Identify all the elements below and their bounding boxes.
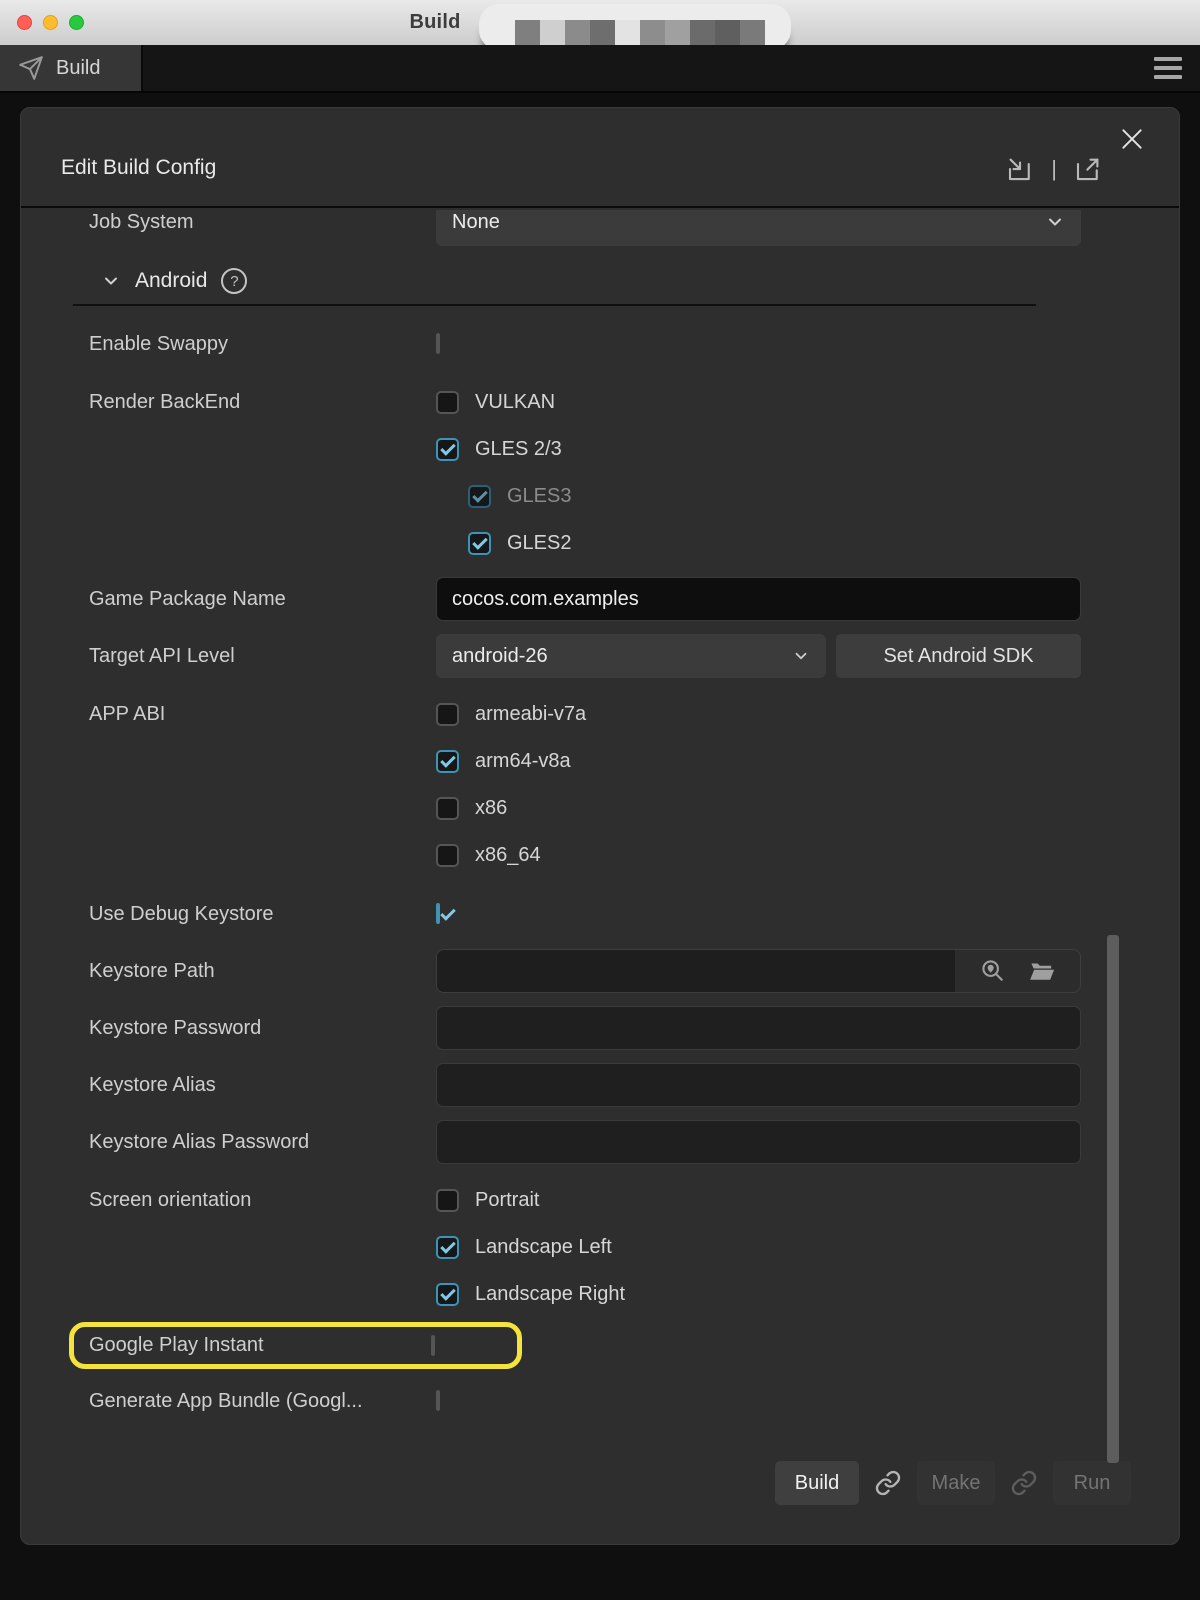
x86-64-checkbox[interactable]	[436, 844, 459, 867]
screen-orientation-option: Landscape Right	[436, 1271, 1081, 1318]
folder-icon[interactable]	[1027, 956, 1057, 986]
close-icon[interactable]	[1115, 122, 1149, 156]
header-divider: |	[1051, 156, 1057, 182]
build-button[interactable]: Build	[775, 1461, 859, 1505]
row-use-debug-keystore: Use Debug Keystore	[89, 892, 1081, 936]
app-abi-label: APP ABI	[89, 691, 436, 738]
chevron-down-icon	[1045, 212, 1065, 232]
enable-swappy-label: Enable Swappy	[89, 333, 436, 356]
android-section-title: Android	[135, 269, 207, 293]
chevron-down-icon	[792, 647, 810, 665]
row-target-api-level: Target API Level android-26 Set Android …	[89, 634, 1081, 678]
keystore-path-input[interactable]	[436, 949, 1081, 993]
link-icon-dim	[1010, 1469, 1038, 1497]
edit-build-config-dialog: Edit Build Config |	[20, 107, 1180, 1545]
render-backend-option: GLES3	[436, 473, 1081, 520]
game-package-name-input[interactable]	[436, 577, 1081, 621]
keystore-path-label: Keystore Path	[89, 960, 436, 983]
keystore-alias-password-label: Keystore Alias Password	[89, 1131, 436, 1154]
row-enable-swappy: Enable Swappy	[89, 322, 1081, 366]
row-render-backend: Render BackEnd VULKAN GLES 2/3 GLES3	[89, 379, 1081, 567]
landscape-left-checkbox[interactable]	[436, 1236, 459, 1259]
chevron-down-icon	[101, 271, 121, 291]
row-screen-orientation: Screen orientation Portrait Landscape Le…	[89, 1177, 1081, 1318]
portrait-checkbox[interactable]	[436, 1189, 459, 1212]
landscape-right-checkbox[interactable]	[436, 1283, 459, 1306]
scrollbar-thumb[interactable]	[1107, 935, 1119, 1463]
tab-bar: Build	[0, 45, 1200, 93]
keystore-password-input[interactable]	[436, 1006, 1081, 1050]
android-section-header[interactable]: Android ?	[101, 260, 1081, 302]
hamburger-menu-icon[interactable]	[1154, 57, 1182, 79]
build-window: Build Build Edit Build Config	[0, 0, 1200, 1600]
minimize-window-button[interactable]	[43, 15, 58, 30]
titlebar: Build	[0, 0, 1200, 45]
zoom-window-button[interactable]	[69, 15, 84, 30]
x86-checkbox[interactable]	[436, 797, 459, 820]
tab-build[interactable]: Build	[0, 45, 143, 91]
target-api-level-select[interactable]: android-26	[436, 634, 826, 678]
app-abi-option: x86	[436, 785, 1081, 832]
search-location-icon[interactable]	[979, 957, 1007, 985]
row-game-package-name: Game Package Name	[89, 577, 1081, 621]
dialog-scroll-area[interactable]: Job System None Android ?	[21, 210, 1179, 1544]
export-config-icon[interactable]	[1073, 154, 1103, 184]
generate-app-bundle-label: Generate App Bundle (Googl...	[89, 1390, 436, 1413]
app-abi-option: x86_64	[436, 832, 1081, 879]
set-android-sdk-button[interactable]: Set Android SDK	[836, 634, 1081, 678]
run-button[interactable]: Run	[1053, 1461, 1131, 1505]
app-abi-option: arm64-v8a	[436, 738, 1081, 785]
app-abi-option: armeabi-v7a	[436, 691, 1081, 738]
row-generate-app-bundle: Generate App Bundle (Googl...	[89, 1379, 1081, 1423]
screen-orientation-label: Screen orientation	[89, 1177, 436, 1224]
traffic-lights	[17, 15, 84, 30]
help-icon[interactable]: ?	[221, 268, 247, 294]
render-backend-option: VULKAN	[436, 379, 1081, 426]
tab-build-label: Build	[56, 57, 100, 80]
row-google-play-instant-highlight: Google Play Instant	[69, 1322, 522, 1369]
dialog-footer: Build Make Run	[89, 1461, 1131, 1505]
render-backend-option: GLES2	[436, 520, 1081, 567]
send-icon	[18, 55, 44, 81]
keystore-password-label: Keystore Password	[89, 1017, 436, 1040]
screen-orientation-option: Landscape Left	[436, 1224, 1081, 1271]
section-divider	[73, 304, 1036, 306]
row-keystore-alias-password: Keystore Alias Password	[89, 1120, 1081, 1164]
link-icon	[874, 1469, 902, 1497]
gles23-checkbox[interactable]	[436, 438, 459, 461]
window-title: Build	[410, 11, 461, 34]
close-window-button[interactable]	[17, 15, 32, 30]
keystore-alias-password-input[interactable]	[436, 1120, 1081, 1164]
gles2-checkbox[interactable]	[468, 532, 491, 555]
target-api-level-label: Target API Level	[89, 645, 436, 668]
dialog-title: Edit Build Config	[61, 156, 216, 180]
row-app-abi: APP ABI armeabi-v7a arm64-v8a x86	[89, 691, 1081, 879]
row-keystore-password: Keystore Password	[89, 1006, 1081, 1050]
vulkan-checkbox[interactable]	[436, 391, 459, 414]
keystore-alias-input[interactable]	[436, 1063, 1081, 1107]
redacted-text	[479, 4, 791, 46]
generate-app-bundle-checkbox[interactable]	[436, 1390, 440, 1411]
row-job-system: Job System None	[89, 210, 1081, 246]
enable-swappy-checkbox[interactable]	[436, 333, 440, 354]
job-system-select[interactable]: None	[436, 210, 1081, 246]
dialog-header: Edit Build Config |	[21, 108, 1179, 208]
import-config-icon[interactable]	[1005, 154, 1035, 184]
job-system-label: Job System	[89, 211, 436, 234]
screen-orientation-option: Portrait	[436, 1177, 1081, 1224]
arm64-v8a-checkbox[interactable]	[436, 750, 459, 773]
game-package-name-label: Game Package Name	[89, 588, 436, 611]
render-backend-option: GLES 2/3	[436, 426, 1081, 473]
use-debug-keystore-checkbox[interactable]	[436, 903, 440, 924]
google-play-instant-label: Google Play Instant	[89, 1334, 431, 1357]
row-keystore-path: Keystore Path	[89, 949, 1081, 993]
google-play-instant-checkbox[interactable]	[431, 1335, 435, 1356]
use-debug-keystore-label: Use Debug Keystore	[89, 903, 436, 926]
row-keystore-alias: Keystore Alias	[89, 1063, 1081, 1107]
gles3-checkbox[interactable]	[468, 485, 491, 508]
make-button[interactable]: Make	[917, 1461, 995, 1505]
render-backend-label: Render BackEnd	[89, 379, 436, 426]
armeabi-v7a-checkbox[interactable]	[436, 703, 459, 726]
keystore-alias-label: Keystore Alias	[89, 1074, 436, 1097]
